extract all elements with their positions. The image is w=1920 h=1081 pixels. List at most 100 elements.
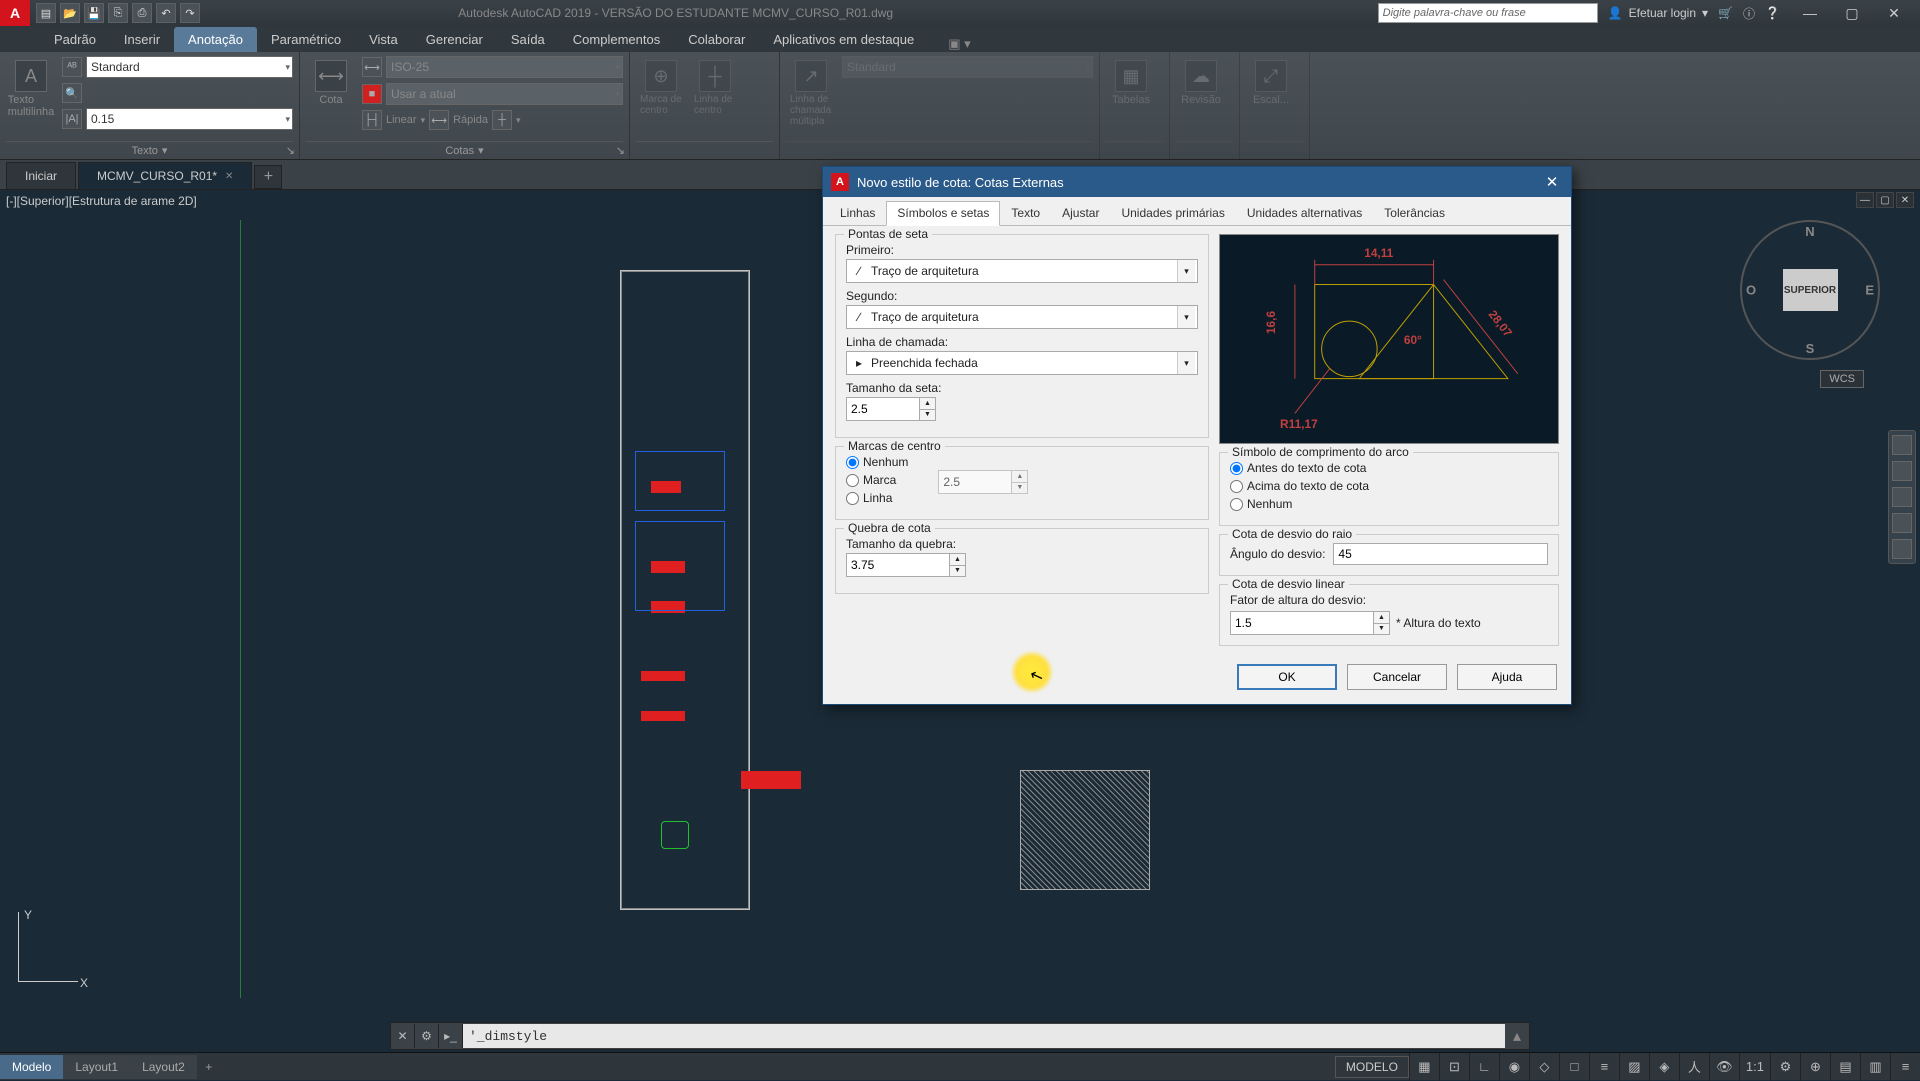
close-icon[interactable]: ✕ [225, 171, 233, 182]
ribbon-tab-parametrico[interactable]: Paramétrico [257, 27, 355, 52]
cmd-customize-icon[interactable]: ⚙ [415, 1024, 439, 1048]
vp-minimize-icon[interactable]: — [1856, 192, 1874, 208]
minimize-button[interactable]: — [1790, 3, 1830, 23]
mleader-style-combo[interactable]: Standard▾ [842, 56, 1093, 78]
scale-ratio[interactable]: 1:1 [1739, 1053, 1770, 1081]
qat-redo-icon[interactable]: ↷ [180, 3, 200, 23]
revision-button[interactable]: ☁Revisão [1176, 56, 1226, 110]
text-height-combo[interactable]: 0.15▾ [86, 108, 293, 130]
centermark-line-radio[interactable]: Linha [846, 491, 908, 505]
login-button[interactable]: 👤 Efetuar login ▾ [1608, 6, 1708, 20]
viewport-label[interactable]: [-][Superior][Estrutura de arame 2D] [6, 194, 197, 208]
text-multiline-button[interactable]: A Texto multilinha [6, 56, 56, 141]
dialog-titlebar[interactable]: A Novo estilo de cota: Cotas Externas ✕ [823, 167, 1571, 197]
viewcube-face[interactable]: SUPERIOR [1783, 269, 1838, 311]
qat-saveas-icon[interactable]: ⎘ [108, 3, 128, 23]
selection-cycling-icon[interactable]: ◈ [1649, 1053, 1679, 1081]
ribbon-tab-saida[interactable]: Saída [497, 27, 559, 52]
snapmode-icon[interactable]: ⊡ [1439, 1053, 1469, 1081]
dlg-tab-unidades-alternativas[interactable]: Unidades alternativas [1236, 201, 1373, 225]
help-icon[interactable]: ❔ [1765, 6, 1780, 20]
app-exchange-icon[interactable]: 🛒 [1718, 6, 1733, 20]
arclen-before-radio[interactable]: Antes do texto de cota [1230, 461, 1548, 475]
wcs-badge[interactable]: WCS [1820, 370, 1864, 388]
app-info-icon[interactable]: ⓘ [1743, 5, 1755, 22]
orbit-icon[interactable] [1892, 513, 1912, 533]
ribbon-tab-gerenciar[interactable]: Gerenciar [412, 27, 497, 52]
ribbon-tab-colaborar[interactable]: Colaborar [674, 27, 759, 52]
ribbon-tab-vista[interactable]: Vista [355, 27, 412, 52]
scale-button[interactable]: ⤢Escal... [1246, 56, 1296, 110]
layout2-tab[interactable]: Layout2 [130, 1055, 197, 1079]
jog-angle-input[interactable] [1333, 543, 1548, 565]
workspace-icon[interactable]: ⚙ [1770, 1053, 1800, 1081]
osnap-icon[interactable]: □ [1559, 1053, 1589, 1081]
model-tab[interactable]: Modelo [0, 1055, 63, 1079]
file-tab-start[interactable]: Iniciar [6, 162, 76, 189]
leader-arrow-combo[interactable]: ▸Preenchida fechada▾ [846, 351, 1198, 375]
vp-maximize-icon[interactable]: ▢ [1876, 192, 1894, 208]
new-tab-button[interactable]: + [254, 165, 282, 189]
jog-factor-spinner[interactable]: ▲▼ [1230, 611, 1390, 635]
ribbon-tab-aplicativos[interactable]: Aplicativos em destaque [759, 27, 928, 52]
help-search-input[interactable]: Digite palavra-chave ou frase [1378, 3, 1598, 23]
dialog-launcher-icon[interactable]: ↘ [616, 144, 625, 157]
help-button[interactable]: Ajuda [1457, 664, 1557, 690]
grid-toggle-icon[interactable]: ▦ [1409, 1053, 1439, 1081]
qat-plot-icon[interactable]: ⎙ [132, 3, 152, 23]
isodraft-icon[interactable]: ◇ [1529, 1053, 1559, 1081]
mleader-button[interactable]: ↗Linha de chamada múltipla [786, 56, 836, 141]
dialog-close-button[interactable]: ✕ [1541, 171, 1563, 193]
ortho-icon[interactable]: ∟ [1469, 1053, 1499, 1081]
dlg-tab-linhas[interactable]: Linhas [829, 201, 886, 225]
centermark-size-spinner[interactable]: ▲▼ [938, 470, 1028, 494]
first-arrow-combo[interactable]: ∕Traço de arquitetura▾ [846, 259, 1198, 283]
cancel-button[interactable]: Cancelar [1347, 664, 1447, 690]
close-button[interactable]: ✕ [1874, 3, 1914, 23]
centerline-button[interactable]: ┼Linha de centro [690, 56, 740, 141]
annotation-visibility-icon[interactable]: 👁 [1709, 1053, 1739, 1081]
qat-open-icon[interactable]: 📂 [60, 3, 80, 23]
arrow-size-spinner[interactable]: ▲▼ [846, 397, 936, 421]
dlg-tab-unidades-primarias[interactable]: Unidades primárias [1110, 201, 1235, 225]
qat-save-icon[interactable]: 💾 [84, 3, 104, 23]
dimstyle-icon[interactable]: ⟷ [362, 57, 382, 77]
customization-icon[interactable]: ≡ [1890, 1053, 1920, 1081]
pan-icon[interactable] [1892, 461, 1912, 481]
annotation-monitor-icon[interactable]: ⊕ [1800, 1053, 1830, 1081]
ribbon-overflow-icon[interactable]: ▣ ▾ [948, 36, 970, 52]
spin-up-icon[interactable]: ▲ [919, 398, 935, 410]
break-size-spinner[interactable]: ▲▼ [846, 553, 966, 577]
qat-new-icon[interactable]: ▤ [36, 3, 56, 23]
zoom-icon[interactable] [1892, 487, 1912, 507]
transparency-icon[interactable]: ▨ [1619, 1053, 1649, 1081]
quick-properties-icon[interactable]: ▥ [1860, 1053, 1890, 1081]
lineweight-icon[interactable]: ≡ [1589, 1053, 1619, 1081]
chevron-down-icon[interactable]: ▾ [478, 144, 484, 157]
second-arrow-combo[interactable]: ∕Traço de arquitetura▾ [846, 305, 1198, 329]
units-icon[interactable]: ▤ [1830, 1053, 1860, 1081]
qat-undo-icon[interactable]: ↶ [156, 3, 176, 23]
dim-style-combo[interactable]: ISO-25▾ [386, 56, 623, 78]
autocad-logo-icon[interactable]: A [0, 0, 30, 26]
quick-dim-icon[interactable]: ⟷ [429, 110, 449, 130]
cmd-close-icon[interactable]: ✕ [391, 1024, 415, 1048]
continue-dim-icon[interactable]: ┼ [492, 110, 512, 130]
polar-icon[interactable]: ◉ [1499, 1053, 1529, 1081]
command-input[interactable] [463, 1024, 1505, 1048]
dlg-tab-tolerancias[interactable]: Tolerâncias [1373, 201, 1456, 225]
linear-dim-icon[interactable]: ├┤ [362, 110, 382, 130]
centermark-button[interactable]: ⊕Marca de centro [636, 56, 686, 141]
add-layout-button[interactable]: + [197, 1060, 221, 1074]
centermark-none-radio[interactable]: Nenhum [846, 455, 908, 469]
dimlayer-icon[interactable]: ■ [362, 84, 382, 104]
arclen-above-radio[interactable]: Acima do texto de cota [1230, 479, 1548, 493]
arclen-none-radio[interactable]: Nenhum [1230, 497, 1548, 511]
ribbon-tab-complementos[interactable]: Complementos [559, 27, 674, 52]
vp-close-icon[interactable]: ✕ [1896, 192, 1914, 208]
ucs-icon[interactable]: YX [8, 912, 88, 992]
dim-layer-combo[interactable]: Usar a atual▾ [386, 83, 623, 105]
height-icon[interactable]: |A| [62, 109, 82, 129]
viewcube[interactable]: SUPERIOR N S E O [1740, 220, 1880, 360]
file-tab-drawing[interactable]: MCMV_CURSO_R01*✕ [78, 162, 252, 189]
